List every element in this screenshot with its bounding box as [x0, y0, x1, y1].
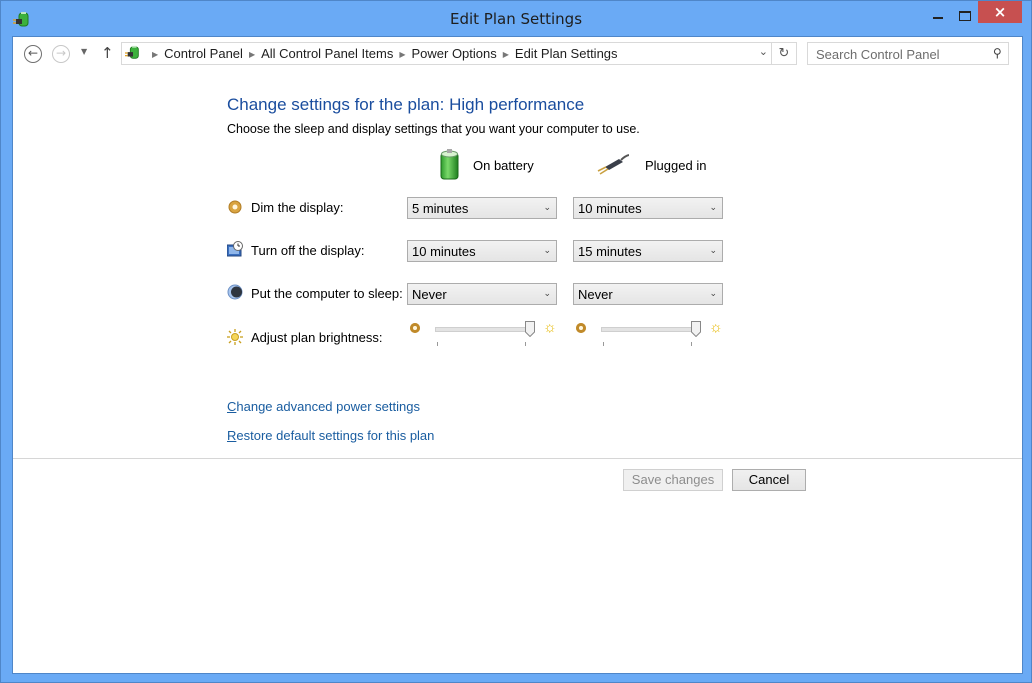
- battery-icon: [440, 149, 459, 180]
- address-bar[interactable]: ▶ Control Panel ▶ All Control Panel Items ▶ P…: [121, 42, 797, 65]
- on-battery-label: On battery: [473, 158, 534, 173]
- breadcrumb-power-options[interactable]: Power Options: [411, 46, 496, 61]
- chevron-down-icon: ⌄: [709, 245, 717, 255]
- back-button[interactable]: ←: [24, 45, 42, 63]
- power-options-icon: [125, 45, 139, 59]
- close-button[interactable]: ×: [978, 1, 1022, 23]
- selected-value: 10 minutes: [412, 244, 476, 259]
- breadcrumb-control-panel[interactable]: Control Panel: [164, 46, 243, 61]
- accelerator-key: R: [227, 428, 237, 443]
- arrow-left-icon: ←: [27, 46, 39, 60]
- main-content: Change settings for the plan: High perfo…: [13, 73, 1022, 673]
- save-changes-button[interactable]: Save changes: [623, 469, 723, 491]
- sleep-label: Put the computer to sleep:: [251, 286, 403, 301]
- search-input[interactable]: Search Control Panel ⚲: [807, 42, 1009, 65]
- search-icon[interactable]: ⚲: [993, 46, 1002, 60]
- bright-sun-icon: ☼: [543, 319, 557, 336]
- chevron-down-icon: ▼: [81, 47, 88, 56]
- cancel-button[interactable]: Cancel: [732, 469, 806, 491]
- display-timer-icon: [227, 241, 243, 257]
- slider-thumb[interactable]: [525, 321, 535, 337]
- slider-tick: [525, 342, 526, 346]
- dim-brightness-icon: [410, 323, 420, 333]
- selected-value: 10 minutes: [578, 201, 642, 216]
- client-area: ← → ▼ ↑ ▶ Control Panel ▶ All Control Panel…: [12, 36, 1023, 674]
- chevron-right-icon[interactable]: ▶: [249, 50, 255, 59]
- chevron-right-icon[interactable]: ▶: [399, 50, 405, 59]
- search-placeholder: Search Control Panel: [816, 47, 940, 62]
- chevron-down-icon: ⌄: [758, 45, 768, 58]
- refresh-icon: ↻: [778, 46, 790, 61]
- title-bar[interactable]: Edit Plan Settings ×: [1, 1, 1031, 37]
- brightness-sun-icon: [227, 329, 243, 345]
- breadcrumb-all-items[interactable]: All Control Panel Items: [261, 46, 393, 61]
- chevron-right-icon[interactable]: ▶: [152, 50, 158, 59]
- slider-track[interactable]: [435, 327, 532, 332]
- breadcrumb-edit-plan-settings[interactable]: Edit Plan Settings: [515, 46, 618, 61]
- dim-display-plugged-in-select[interactable]: 10 minutes ⌄: [573, 197, 723, 219]
- restore-defaults-link[interactable]: Restore default settings for this plan: [227, 428, 434, 443]
- chevron-down-icon: ⌄: [543, 245, 551, 255]
- up-button[interactable]: ↑: [101, 44, 114, 62]
- forward-button[interactable]: →: [52, 45, 70, 63]
- page-title: Change settings for the plan: High perfo…: [227, 95, 585, 114]
- minimize-button[interactable]: [927, 1, 951, 27]
- chevron-down-icon: ⌄: [709, 288, 717, 298]
- slider-tick: [437, 342, 438, 346]
- brightness-plugged-in-slider[interactable]: ☼: [576, 319, 726, 347]
- sleep-plugged-in-select[interactable]: Never ⌄: [573, 283, 723, 305]
- chevron-down-icon: ⌄: [543, 288, 551, 298]
- bright-sun-icon: ☼: [709, 319, 723, 336]
- link-text: hange advanced power settings: [236, 399, 420, 414]
- slider-tick: [603, 342, 604, 346]
- turn-off-display-on-battery-select[interactable]: 10 minutes ⌄: [407, 240, 557, 262]
- chevron-down-icon: ⌄: [543, 202, 551, 212]
- dim-brightness-icon: [576, 323, 586, 333]
- close-icon: ×: [993, 3, 1007, 21]
- selected-value: Never: [412, 287, 447, 302]
- brightness-on-battery-slider[interactable]: ☼: [410, 319, 560, 347]
- slider-tick: [691, 342, 692, 346]
- selected-value: 5 minutes: [412, 201, 469, 216]
- change-advanced-settings-link[interactable]: Change advanced power settings: [227, 399, 420, 414]
- recent-locations-button[interactable]: ▼: [81, 47, 87, 56]
- maximize-button[interactable]: [954, 1, 978, 27]
- refresh-button[interactable]: ↻: [771, 43, 796, 64]
- window-title: Edit Plan Settings: [449, 10, 583, 28]
- page-description: Choose the sleep and display settings th…: [227, 122, 640, 136]
- arrow-up-icon: ↑: [101, 44, 114, 62]
- turn-off-display-plugged-in-select[interactable]: 15 minutes ⌄: [573, 240, 723, 262]
- sleep-moon-icon: [227, 284, 243, 300]
- chevron-right-icon[interactable]: ▶: [503, 50, 509, 59]
- divider: [13, 458, 1022, 459]
- window: Edit Plan Settings × ← → ▼ ↑ ▶ Control Pa…: [0, 0, 1032, 683]
- slider-thumb[interactable]: [691, 321, 701, 337]
- arrow-right-icon: →: [55, 46, 67, 60]
- dim-display-on-battery-select[interactable]: 5 minutes ⌄: [407, 197, 557, 219]
- selected-value: 15 minutes: [578, 244, 642, 259]
- link-text: estore default settings for this plan: [236, 428, 435, 443]
- slider-track[interactable]: [601, 327, 698, 332]
- power-plug-icon: [597, 154, 629, 175]
- dim-display-icon: [228, 200, 242, 214]
- chevron-down-icon: ⌄: [709, 202, 717, 212]
- breadcrumb: ▶ Control Panel ▶ All Control Panel Items ▶ P…: [146, 46, 618, 61]
- navigation-bar: ← → ▼ ↑ ▶ Control Panel ▶ All Control Panel…: [13, 37, 1022, 73]
- address-history-button[interactable]: ⌄: [759, 45, 768, 58]
- dim-display-label: Dim the display:: [251, 200, 344, 215]
- brightness-label: Adjust plan brightness:: [251, 330, 383, 345]
- selected-value: Never: [578, 287, 613, 302]
- accelerator-key: C: [227, 399, 237, 414]
- turn-off-display-label: Turn off the display:: [251, 243, 365, 258]
- plugged-in-label: Plugged in: [645, 158, 707, 173]
- sleep-on-battery-select[interactable]: Never ⌄: [407, 283, 557, 305]
